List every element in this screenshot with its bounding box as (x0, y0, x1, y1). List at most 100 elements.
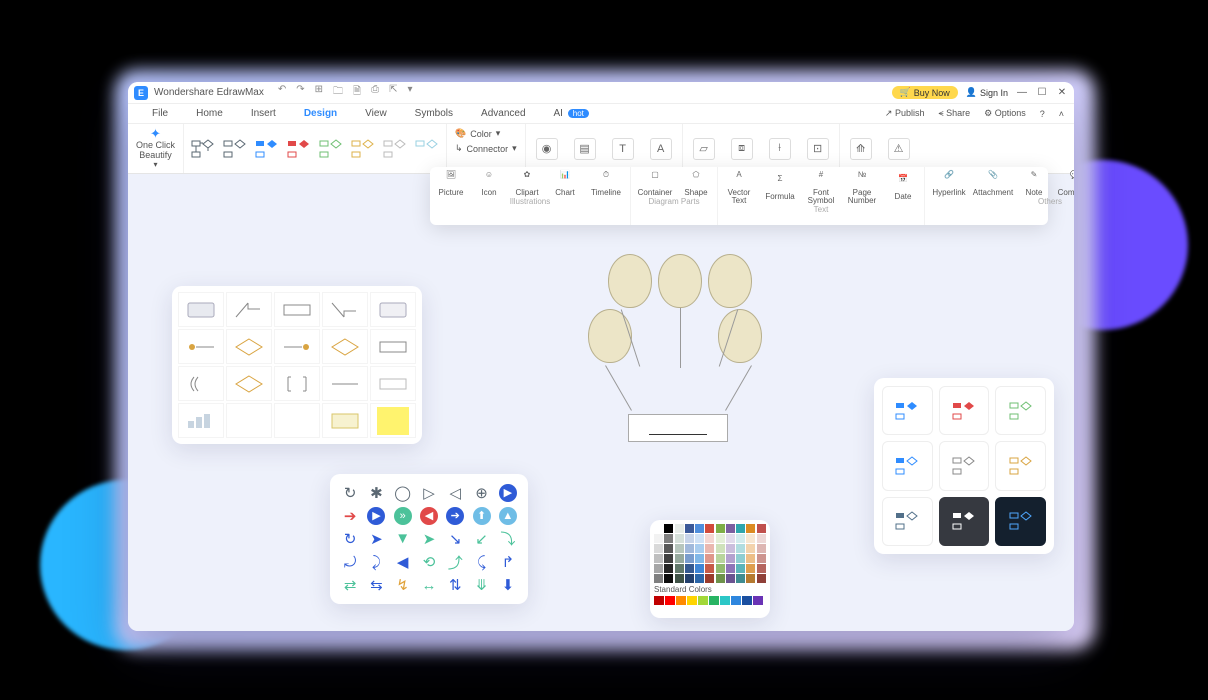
line-style4-icon[interactable]: ⊡ (807, 138, 829, 160)
color-swatch[interactable] (720, 596, 730, 605)
color-swatch[interactable] (716, 564, 725, 573)
color-swatch[interactable] (726, 534, 735, 543)
sign-in-button[interactable]: 👤 Sign In (966, 87, 1008, 98)
color-swatch[interactable] (746, 534, 755, 543)
warning-icon[interactable]: ⚠ (888, 138, 910, 160)
theme-swatch-1[interactable] (190, 138, 216, 160)
shape-cell[interactable] (178, 329, 224, 364)
color-swatch[interactable] (757, 574, 766, 583)
insert-note-button[interactable]: ✎Note (1015, 171, 1053, 197)
color-swatch[interactable] (675, 534, 684, 543)
color-swatch[interactable] (685, 524, 694, 533)
color-swatch[interactable] (685, 534, 694, 543)
theme-swatch-7[interactable] (382, 138, 408, 160)
color-swatch[interactable] (746, 524, 755, 533)
color-swatch[interactable] (654, 564, 663, 573)
color-swatch[interactable] (705, 564, 714, 573)
color-swatch[interactable] (685, 564, 694, 573)
insert-attachment-button[interactable]: 📎Attachment (971, 171, 1015, 197)
theme-option-9[interactable] (995, 497, 1046, 546)
color-swatch[interactable] (705, 554, 714, 563)
color-swatch[interactable] (664, 564, 673, 573)
arrow-glyph[interactable]: ➤ (417, 528, 441, 549)
color-swatch[interactable] (654, 544, 663, 553)
theme-option-4[interactable] (882, 441, 933, 490)
canvas[interactable]: ↻✱◯▷◁⊕▶➔▶»◀➔⬆▲↻➤▼➤↘↙⤵⤾⤸◀⟲⤴⤹↱⇄⇆↯↔⇅⤋⬇ Stan… (128, 174, 1074, 631)
connector-dropdown[interactable]: ↳ Connector ▾ (455, 143, 517, 154)
arrow-glyph[interactable]: ➤ (364, 528, 388, 549)
insert-font-symbol-button[interactable]: #Font Symbol (802, 171, 840, 205)
text-style-icon[interactable]: T (612, 138, 634, 160)
color-swatch[interactable] (726, 554, 735, 563)
insert-date-button[interactable]: 📅Date (884, 171, 922, 205)
menu-home[interactable]: Home (182, 108, 237, 119)
shape-cell[interactable] (178, 403, 224, 438)
shape-cell-sticky[interactable] (370, 403, 416, 438)
arrow-glyph[interactable]: ⊕ (469, 482, 493, 503)
line-style3-icon[interactable]: ⟊ (769, 138, 791, 160)
font-icon[interactable]: A (650, 138, 672, 160)
color-swatch[interactable] (687, 596, 697, 605)
color-swatch[interactable] (757, 544, 766, 553)
theme-swatch-2[interactable] (222, 138, 248, 160)
arrow-glyph[interactable]: ⬆ (473, 507, 491, 525)
color-swatch[interactable] (757, 524, 766, 533)
color-swatch[interactable] (695, 574, 704, 583)
insert-clipart-button[interactable]: ✿Clipart (508, 171, 546, 197)
color-swatch[interactable] (736, 564, 745, 573)
color-swatch[interactable] (726, 574, 735, 583)
arrow-glyph[interactable]: ▶ (499, 484, 517, 502)
insert-page-number-button[interactable]: №Page Number (840, 171, 884, 205)
color-swatch[interactable] (746, 544, 755, 553)
color-swatch[interactable] (746, 554, 755, 563)
menu-ai[interactable]: AI hot (540, 108, 603, 119)
save-icon[interactable]: 🗎 (353, 84, 361, 101)
arrow-glyph[interactable]: ▶ (367, 507, 385, 525)
insert-formula-button[interactable]: ΣFormula (758, 171, 802, 205)
color-swatch[interactable] (695, 544, 704, 553)
arrow-glyph[interactable]: ⬇ (496, 575, 520, 596)
theme-option-6[interactable] (995, 441, 1046, 490)
menu-view[interactable]: View (351, 108, 401, 119)
anchor-box[interactable] (628, 414, 728, 442)
arrow-glyph[interactable]: ▷ (417, 482, 441, 503)
arrow-glyph[interactable]: ⤸ (364, 552, 388, 573)
arrow-glyph[interactable]: ⤋ (469, 575, 493, 596)
buy-now-button[interactable]: 🛒 Buy Now (892, 86, 958, 99)
arrow-glyph[interactable]: ↘ (443, 528, 467, 549)
arrow-glyph[interactable]: ↻ (338, 528, 362, 549)
menu-file[interactable]: File (138, 108, 182, 119)
minimize-button[interactable]: — (1016, 87, 1028, 99)
color-swatch[interactable] (675, 554, 684, 563)
color-swatch[interactable] (664, 554, 673, 563)
color-swatch[interactable] (736, 554, 745, 563)
color-swatch[interactable] (757, 564, 766, 573)
arrow-glyph[interactable]: ⇆ (364, 575, 388, 596)
combine-icon[interactable]: ⟰ (850, 138, 872, 160)
arrow-glyph[interactable]: ⤾ (338, 552, 362, 573)
color-swatch[interactable] (736, 524, 745, 533)
qat-more-icon[interactable]: ▾ (407, 84, 412, 101)
insert-comment-button[interactable]: 💬Comment (1053, 171, 1074, 197)
color-swatch[interactable] (654, 554, 663, 563)
color-swatch[interactable] (664, 574, 673, 583)
insert-timeline-button[interactable]: ⏱Timeline (584, 171, 628, 197)
color-swatch[interactable] (675, 524, 684, 533)
arrow-glyph[interactable]: ↔ (417, 575, 441, 596)
line-style2-icon[interactable]: ⧈ (731, 138, 753, 160)
color-swatch[interactable] (675, 564, 684, 573)
theme-option-1[interactable] (882, 386, 933, 435)
shape-cell[interactable] (226, 329, 272, 364)
color-swatch[interactable] (654, 534, 663, 543)
theme-option-8[interactable] (939, 497, 990, 546)
menu-design[interactable]: Design (290, 108, 351, 119)
color-swatch[interactable] (742, 596, 752, 605)
shape-cell[interactable] (322, 366, 368, 401)
arrow-glyph[interactable]: ➔ (446, 507, 464, 525)
export-icon[interactable]: ⇱ (389, 84, 397, 101)
color-swatch[interactable] (664, 544, 673, 553)
color-swatch[interactable] (726, 524, 735, 533)
theme-option-3[interactable] (995, 386, 1046, 435)
balloons-drawing[interactable] (558, 254, 768, 464)
shape-cell[interactable] (370, 366, 416, 401)
